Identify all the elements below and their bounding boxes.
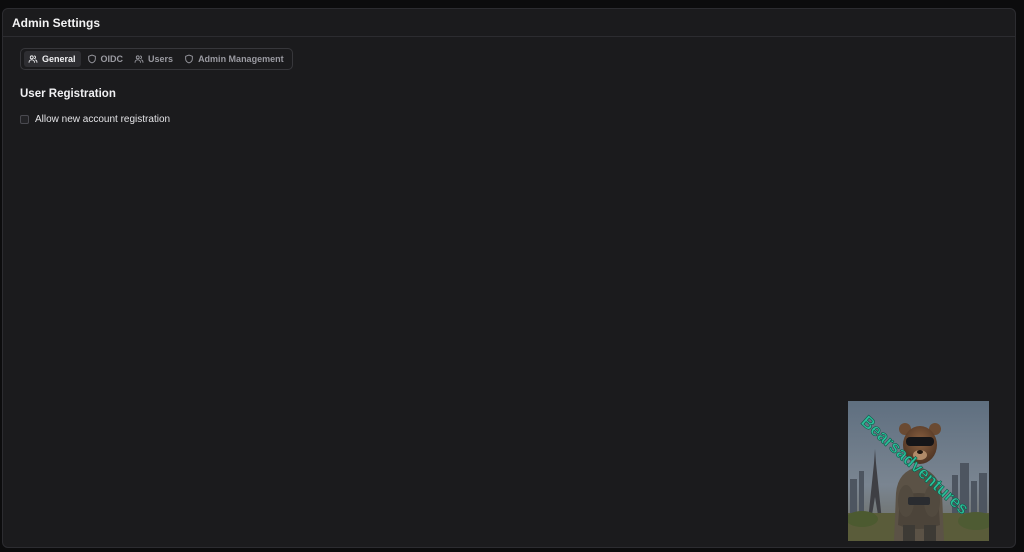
bear-with-sunglasses-image: Bearsadventures bbox=[848, 401, 989, 541]
tab-label: Admin Management bbox=[198, 54, 284, 64]
allow-registration-checkbox[interactable] bbox=[20, 115, 29, 124]
tab-users[interactable]: Users bbox=[130, 51, 178, 67]
users-icon bbox=[28, 55, 38, 63]
users-icon bbox=[134, 55, 144, 63]
tab-label: OIDC bbox=[100, 54, 124, 64]
registration-option: Allow new account registration bbox=[20, 114, 170, 125]
panel-title: Admin Settings bbox=[12, 15, 101, 30]
section-title: User Registration bbox=[20, 88, 116, 100]
settings-tabbar: General OIDC Users Admin Management bbox=[20, 48, 293, 70]
tab-general[interactable]: General bbox=[24, 51, 81, 67]
tab-oidc[interactable]: OIDC bbox=[83, 51, 129, 67]
tab-admin-management[interactable]: Admin Management bbox=[180, 51, 289, 67]
tab-label: Users bbox=[148, 54, 174, 64]
admin-settings-panel: Admin Settings General OIDC Users Admin … bbox=[2, 8, 1016, 548]
tab-label: General bbox=[42, 54, 76, 64]
panel-header: Admin Settings bbox=[3, 9, 1015, 37]
allow-registration-label[interactable]: Allow new account registration bbox=[35, 114, 170, 125]
bear-adventures-widget[interactable]: Bearsadventures bbox=[848, 401, 989, 541]
shield-icon bbox=[87, 54, 96, 64]
shield-icon bbox=[185, 54, 193, 64]
